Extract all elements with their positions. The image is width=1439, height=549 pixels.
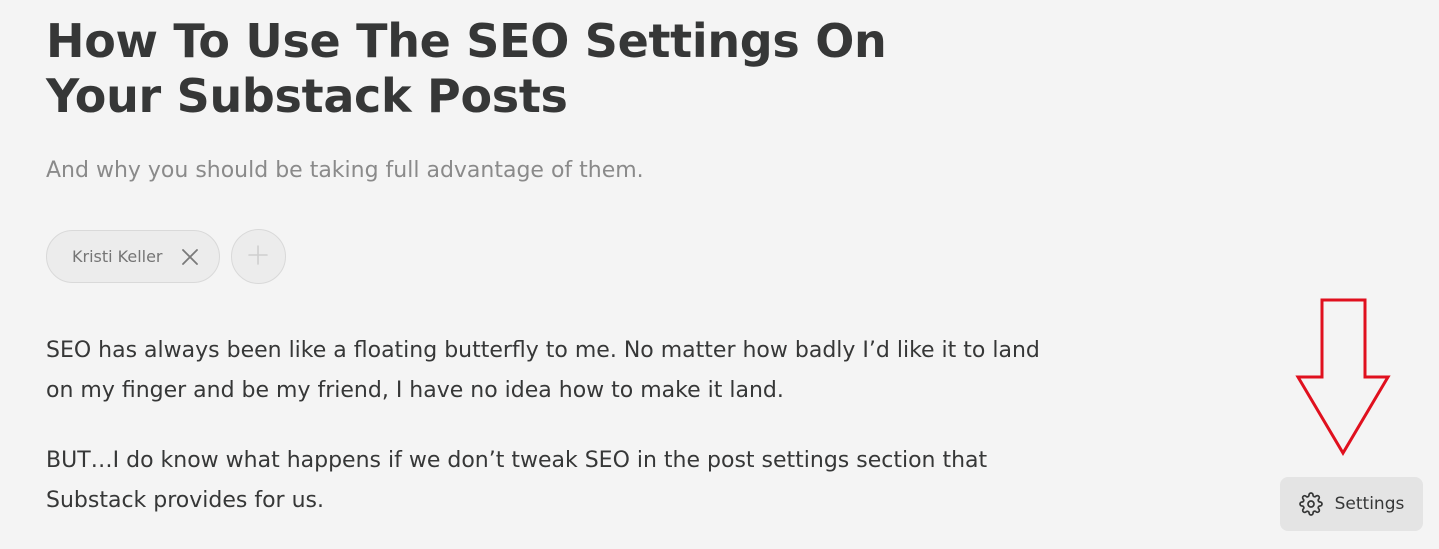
post-subtitle[interactable]: And why you should be taking full advant… [46,156,644,186]
byline: Kristi Keller [46,229,286,284]
plus-icon [248,244,268,269]
annotation-arrow [1294,296,1394,462]
settings-label: Settings [1334,494,1405,514]
body-paragraph: SEO has always been like a floating butt… [46,338,1040,403]
author-name: Kristi Keller [72,247,163,266]
post-title[interactable]: How To Use The SEO Settings On Your Subs… [46,14,1006,124]
settings-button[interactable]: Settings [1280,477,1423,531]
post-body[interactable]: SEO has always been like a floating butt… [46,331,1046,549]
author-chip[interactable]: Kristi Keller [46,230,220,283]
post-editor: How To Use The SEO Settings On Your Subs… [0,0,1439,549]
add-author-button[interactable] [230,229,286,284]
body-paragraph: BUT…I do know what happens if we don’t t… [46,448,988,513]
close-icon[interactable] [181,248,199,266]
gear-icon [1298,492,1323,516]
